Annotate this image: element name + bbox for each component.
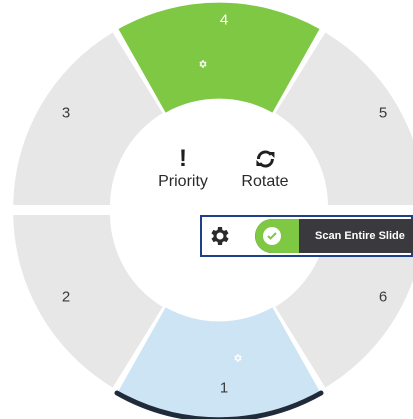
segment-3-label: 3 [61, 104, 71, 122]
scan-entire-slide-label: Scan Entire Slide [315, 230, 405, 242]
scan-entire-slide-toggle[interactable]: Scan Entire Slide [255, 219, 413, 253]
segment-5-label: 5 [378, 104, 388, 122]
segment-1-label: 1 [219, 379, 229, 397]
gear-icon[interactable] [208, 224, 232, 248]
segment-2-label: 2 [61, 288, 71, 306]
scan-panel: Scan Entire Slide [200, 215, 413, 257]
priority-button[interactable]: ! Priority [158, 145, 208, 191]
rotate-label: Rotate [241, 173, 289, 190]
check-icon [267, 232, 277, 240]
toggle-knob [263, 227, 281, 245]
segment-4-cog-icon [199, 60, 207, 68]
priority-label: Priority [158, 173, 208, 190]
exclamation-icon: ! [179, 145, 187, 172]
refresh-icon [255, 150, 274, 168]
rotate-button[interactable]: Rotate [241, 145, 289, 191]
segment-6-label: 6 [378, 288, 388, 306]
segment-1-cog-icon [234, 354, 242, 362]
segment-4-label: 4 [219, 11, 229, 29]
